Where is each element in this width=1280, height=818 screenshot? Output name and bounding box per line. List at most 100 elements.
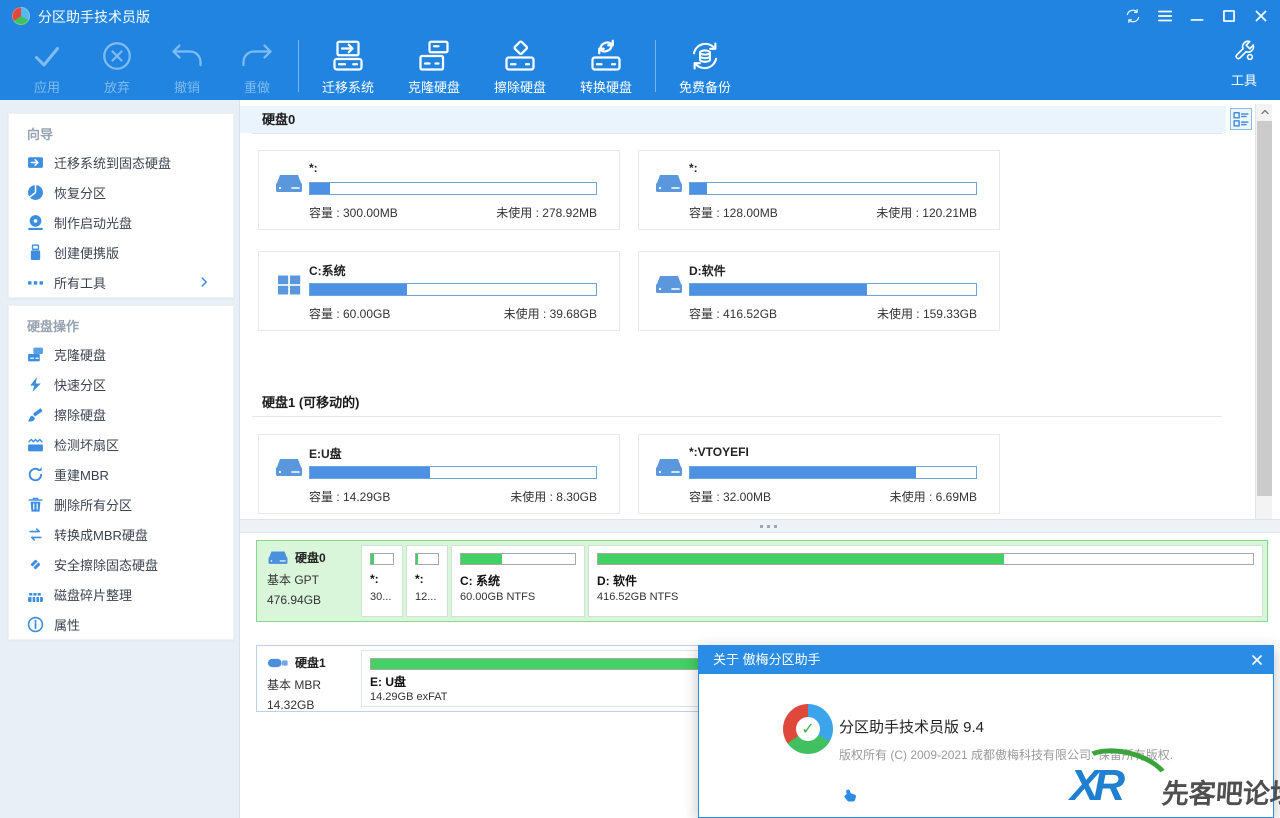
partition-name: E:U盘	[309, 445, 342, 462]
toolbar-convert-button[interactable]: 转换硬盘	[563, 38, 649, 96]
partition-block[interactable]: C: 系统 60.00GB NTFS	[451, 545, 585, 617]
disk-name: 硬盘0	[295, 549, 326, 566]
sidebar-item-defrag[interactable]: 磁盘碎片整理	[9, 579, 233, 609]
clone-disk-icon	[27, 346, 44, 363]
sidebar-item-portable[interactable]: 创建便携版	[9, 237, 233, 267]
check-icon: ✓	[796, 717, 820, 741]
partition-stats: 容量 : 300.00MB 未使用 : 278.92MB	[309, 204, 597, 221]
partition-card[interactable]: *:VTOYEFI 容量 : 32.00MB 未使用 : 6.69MB	[638, 434, 1000, 514]
sidebar-item-label: 重建MBR	[54, 465, 109, 484]
disk-overview-panel: 硬盘0 *: 容量 : 300.00MB 未使用 : 278.92MB *: 容…	[240, 100, 1280, 533]
wrench-icon	[1231, 38, 1257, 64]
convert-icon	[588, 38, 624, 74]
close-icon[interactable]	[1252, 7, 1270, 25]
undo-icon	[169, 38, 205, 74]
partition-card[interactable]: C:系统 容量 : 60.00GB 未使用 : 39.68GB	[258, 251, 620, 331]
toolbar-button-label: 迁移系统	[322, 77, 374, 96]
partition-block[interactable]: *: 30...	[361, 545, 403, 617]
partition-name: D:软件	[689, 262, 726, 279]
about-dialog-title: 关于 傲梅分区助手	[713, 652, 821, 667]
partition-card[interactable]: E:U盘 容量 : 14.29GB 未使用 : 8.30GB	[258, 434, 620, 514]
usage-bar-fill	[690, 284, 867, 295]
sidebar-item-bad-sector[interactable]: 检测坏扇区	[9, 429, 233, 459]
partition-label: *:	[415, 572, 424, 586]
partition-block[interactable]: *: 12...	[406, 545, 448, 617]
toolbar-discard-button[interactable]: 放弃	[82, 38, 152, 96]
disk-size: 476.94GB	[267, 593, 363, 607]
toolbar-button-label: 重做	[244, 77, 270, 96]
partition-usage-fill	[371, 554, 374, 564]
capacity-text: 容量 : 14.29GB	[309, 488, 390, 505]
partition-label: *:	[370, 572, 379, 586]
sidebar-item-all-tools[interactable]: 所有工具	[9, 267, 233, 297]
toolbar-backup-button[interactable]: 免费备份	[662, 38, 748, 96]
sidebar-item-clone-disk[interactable]: 克隆硬盘	[9, 339, 233, 369]
product-logo-icon: ✓	[783, 704, 833, 754]
partition-usage-fill	[598, 554, 1004, 564]
capacity-text: 容量 : 32.00MB	[689, 488, 771, 505]
toolbar-clone-button[interactable]: 克隆硬盘	[391, 38, 477, 96]
wipe-disk-icon	[27, 406, 44, 423]
partition-block[interactable]: D: 软件 416.52GB NTFS	[588, 545, 1263, 617]
panel-splitter[interactable]	[240, 519, 1280, 533]
drive-icon	[267, 550, 289, 566]
sidebar-item-delete-partitions[interactable]: 删除所有分区	[9, 489, 233, 519]
partition-stats: 容量 : 60.00GB 未使用 : 39.68GB	[309, 305, 597, 322]
disk-type: 基本 MBR	[267, 676, 363, 693]
toolbar-undo-button[interactable]: 撤销	[152, 38, 222, 96]
toolbar: 应用 放弃撤销重做 迁移系统克隆硬盘擦除硬盘 转换硬盘 免费备份	[0, 32, 1280, 100]
toolbar-button-label: 转换硬盘	[580, 77, 632, 96]
partition-name: *:	[309, 161, 318, 175]
toolbar-migrate-button[interactable]: 迁移系统	[305, 38, 391, 96]
boot-cd-icon	[27, 214, 44, 231]
partition-card[interactable]: D:软件 容量 : 416.52GB 未使用 : 159.33GB	[638, 251, 1000, 331]
vertical-scrollbar[interactable]	[1255, 104, 1272, 533]
tools-button[interactable]: 工具	[1216, 38, 1272, 89]
partition-size: 12...	[415, 591, 436, 603]
sidebar-item-rebuild-mbr[interactable]: 重建MBR	[9, 459, 233, 489]
sidebar-item-migrate-ssd[interactable]: 迁移系统到固态硬盘	[9, 147, 233, 177]
partition-card[interactable]: *: 容量 : 300.00MB 未使用 : 278.92MB	[258, 150, 620, 230]
apply-icon	[29, 38, 65, 74]
sidebar-item-properties[interactable]: 属性	[9, 609, 233, 639]
capacity-text: 容量 : 60.00GB	[309, 305, 390, 322]
capacity-text: 容量 : 300.00MB	[309, 204, 398, 221]
sidebar-item-quick-partition[interactable]: 快速分区	[9, 369, 233, 399]
disk-row[interactable]: 硬盘0 基本 GPT 476.94GB *: 30... *: 12...	[256, 540, 1268, 622]
scrollbar-thumb[interactable]	[1257, 121, 1272, 496]
migrate-ssd-icon	[27, 154, 44, 171]
bad-sector-icon	[27, 436, 44, 453]
usage-bar	[309, 283, 597, 296]
scroll-up-icon[interactable]	[1256, 104, 1273, 120]
close-icon[interactable]	[1249, 652, 1265, 668]
menu-icon[interactable]	[1156, 7, 1174, 25]
sidebar-item-label: 制作启动光盘	[54, 213, 132, 232]
toolbar-wipe-button[interactable]: 擦除硬盘	[477, 38, 563, 96]
secure-erase-icon	[27, 556, 44, 573]
view-mode-icon[interactable]	[1230, 108, 1252, 130]
usb-icon	[267, 655, 289, 671]
sidebar-section-title: 硬盘操作	[27, 316, 233, 335]
minimize-icon[interactable]	[1188, 7, 1206, 25]
sidebar-item-label: 恢复分区	[54, 183, 106, 202]
usage-bar-fill	[690, 467, 916, 478]
unused-text: 未使用 : 120.21MB	[876, 204, 977, 221]
sidebar-item-boot-cd[interactable]: 制作启动光盘	[9, 207, 233, 237]
refresh-icon[interactable]	[1124, 7, 1142, 25]
sidebar-item-convert-mbr[interactable]: 转换成MBR硬盘	[9, 519, 233, 549]
toolbar-redo-button[interactable]: 重做	[222, 38, 292, 96]
sidebar-item-label: 属性	[54, 615, 80, 634]
toolbar-button-label: 擦除硬盘	[494, 77, 546, 96]
title-bar: 分区助手技术员版	[0, 0, 1280, 32]
toolbar-button-label: 应用	[34, 77, 60, 96]
about-dialog-titlebar[interactable]: 关于 傲梅分区助手	[699, 646, 1273, 674]
migrate-icon	[330, 38, 366, 74]
partition-card[interactable]: *: 容量 : 128.00MB 未使用 : 120.21MB	[638, 150, 1000, 230]
sidebar-item-recover-partition[interactable]: 恢复分区	[9, 177, 233, 207]
unused-text: 未使用 : 278.92MB	[496, 204, 597, 221]
sidebar-item-wipe-disk[interactable]: 擦除硬盘	[9, 399, 233, 429]
sidebar-item-secure-erase[interactable]: 安全擦除固态硬盘	[9, 549, 233, 579]
partition-stats: 容量 : 14.29GB 未使用 : 8.30GB	[309, 488, 597, 505]
toolbar-apply-button[interactable]: 应用	[12, 38, 82, 96]
maximize-icon[interactable]	[1220, 7, 1238, 25]
